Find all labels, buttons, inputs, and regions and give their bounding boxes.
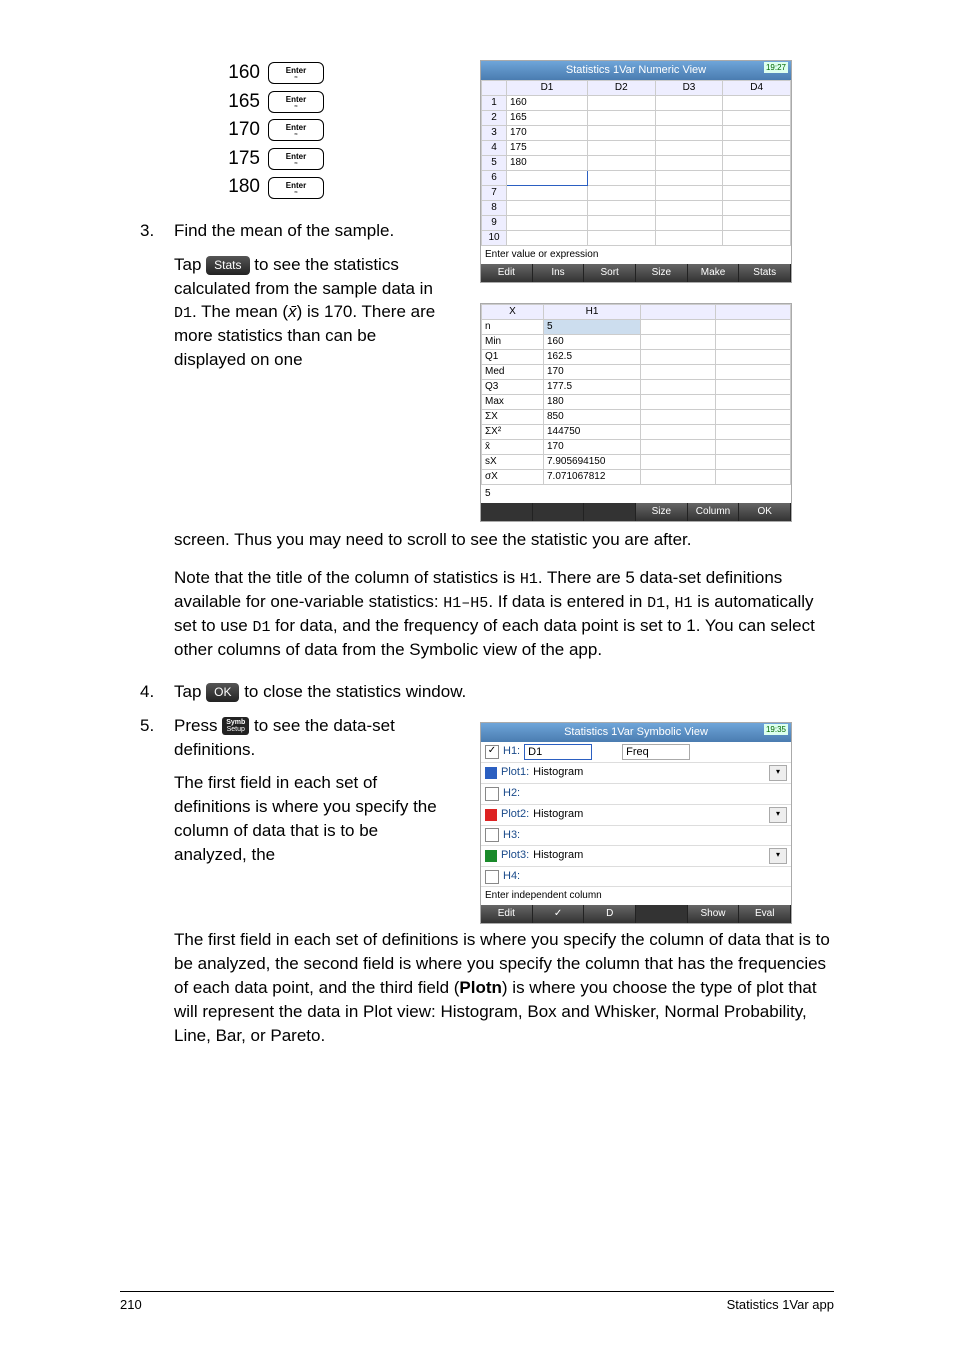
enter-key: Enter≈	[268, 62, 324, 84]
footer-title: Statistics 1Var app	[727, 1296, 834, 1314]
stats-button[interactable]: Stats	[206, 256, 249, 275]
h4-check[interactable]	[485, 870, 499, 884]
soft-size[interactable]: Size	[636, 503, 688, 521]
step-3: 3. Find the mean of the sample.	[140, 219, 450, 243]
symbolic-view-screenshot: Statistics 1Var Symbolic View 19:35 H1: …	[480, 722, 792, 925]
time-badge: 19:35	[764, 724, 788, 735]
entry-val: 175	[220, 146, 260, 173]
data-table: D1 D2 D3 D4 1160 2165 3170 4175 5180 6 7…	[481, 80, 791, 246]
numeric-view-screenshot: Statistics 1Var Numeric View 19:27 D1 D2…	[480, 60, 792, 283]
soft-edit[interactable]: Edit	[481, 905, 533, 923]
plot3-dropdown[interactable]: ▾	[769, 848, 787, 864]
stats-table: X H1 n5 Min160 Q1162.5 Med170 Q3177.5 Ma…	[481, 304, 791, 485]
plot2-dropdown[interactable]: ▾	[769, 807, 787, 823]
soft-d[interactable]: D	[584, 905, 636, 923]
soft-eval[interactable]: Eval	[739, 905, 791, 923]
help-text: Enter independent column	[481, 887, 791, 905]
page-footer: 210 Statistics 1Var app	[120, 1291, 834, 1314]
step-5: 5. Press SymbSetup to see the data-set d…	[140, 714, 450, 762]
h1-field[interactable]: D1	[524, 744, 592, 760]
step3-detail: Tap Stats to see the statistics calculat…	[174, 253, 450, 372]
step-number: 5.	[140, 714, 164, 762]
soft-column[interactable]: Column	[688, 503, 740, 521]
entry-val: 170	[220, 117, 260, 144]
enter-key: Enter≈	[268, 119, 324, 141]
page-number: 210	[120, 1296, 142, 1314]
entry-val: 180	[220, 174, 260, 201]
plot1-color[interactable]	[485, 767, 497, 779]
plot1-dropdown[interactable]: ▾	[769, 765, 787, 781]
soft-ok[interactable]: OK	[739, 503, 791, 521]
stats-screenshot: X H1 n5 Min160 Q1162.5 Med170 Q3177.5 Ma…	[480, 303, 792, 522]
title: Statistics 1Var Numeric View	[566, 64, 706, 76]
soft-size[interactable]: Size	[636, 264, 688, 282]
soft-make[interactable]: Make	[688, 264, 740, 282]
plot3-color[interactable]	[485, 850, 497, 862]
time-badge: 19:27	[764, 62, 788, 73]
plot2-color[interactable]	[485, 809, 497, 821]
soft-check[interactable]: ✓	[533, 905, 585, 923]
symb-key: SymbSetup	[222, 717, 249, 735]
stats-foot: 5	[481, 485, 791, 503]
title: Statistics 1Var Symbolic View	[564, 726, 708, 738]
step-number: 3.	[140, 219, 164, 243]
soft-show[interactable]: Show	[688, 905, 740, 923]
step-number: 4.	[140, 680, 164, 704]
step3-text: Find the mean of the sample.	[174, 221, 394, 240]
entry-sequence: 160Enter≈ 165Enter≈ 170Enter≈ 175Enter≈ …	[140, 60, 450, 201]
entry-val: 160	[220, 60, 260, 87]
soft-edit[interactable]: Edit	[481, 264, 533, 282]
enter-key: Enter≈	[268, 91, 324, 113]
soft-sort[interactable]: Sort	[584, 264, 636, 282]
h3-check[interactable]	[485, 828, 499, 842]
enter-key: Enter≈	[268, 148, 324, 170]
entry-val: 165	[220, 89, 260, 116]
edit-cell[interactable]	[507, 171, 588, 186]
h2-check[interactable]	[485, 787, 499, 801]
soft-stats[interactable]: Stats	[739, 264, 791, 282]
help-text: Enter value or expression	[481, 246, 791, 264]
step-4: 4. Tap OK to close the statistics window…	[140, 680, 834, 704]
step5-cont: The first field in each set of definitio…	[174, 928, 834, 1047]
enter-key: Enter≈	[268, 177, 324, 199]
freq-field[interactable]: Freq	[622, 744, 690, 760]
ok-button[interactable]: OK	[206, 683, 239, 702]
h1-check[interactable]	[485, 745, 499, 759]
step5-para: The first field in each set of definitio…	[174, 771, 450, 866]
soft-ins[interactable]: Ins	[533, 264, 585, 282]
step3-cont: screen. Thus you may need to scroll to s…	[174, 528, 834, 552]
step3-para2: Note that the title of the column of sta…	[174, 566, 834, 662]
